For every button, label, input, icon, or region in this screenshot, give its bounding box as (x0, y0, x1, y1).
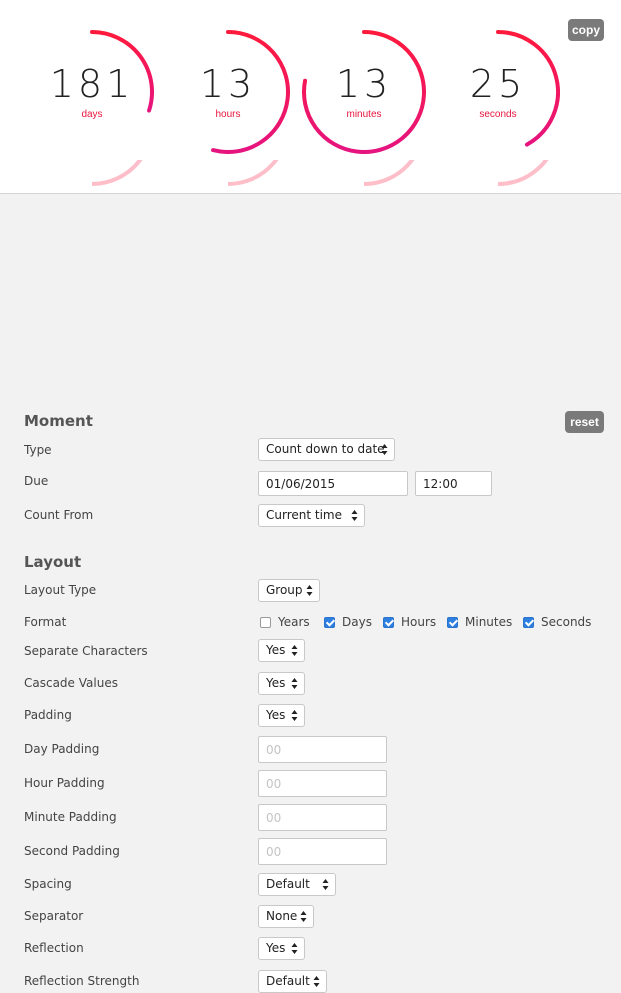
layout-type-select-value: Group (266, 583, 303, 597)
format-days-checkbox[interactable]: Days (324, 615, 372, 629)
select-arrows-icon (381, 444, 388, 455)
countdown-value: 13 (335, 62, 393, 106)
checkbox-box[interactable] (324, 616, 335, 628)
countdown-label: days (81, 109, 103, 120)
cascade-values-select[interactable]: Yes (258, 672, 305, 695)
countdown-unit-minutes: 13 minutes (302, 30, 426, 154)
count-from-label: Count From (24, 508, 94, 522)
countdown-label: hours (215, 109, 241, 120)
select-value: Default (266, 974, 310, 988)
type-label: Type (24, 443, 52, 457)
copy-button[interactable]: copy (568, 19, 604, 41)
count-from-select-value: Current time (266, 508, 342, 522)
reflection-hours (166, 160, 290, 193)
format-hours-checkbox[interactable]: Hours (383, 615, 436, 629)
select-arrows-icon (300, 911, 307, 922)
section-title-layout: Layout (24, 553, 82, 571)
reset-button[interactable]: reset (565, 411, 604, 433)
countdown-unit-days: 181 days (30, 30, 154, 154)
countdown-label: seconds (479, 109, 517, 120)
spacing-label: Spacing (24, 877, 72, 891)
format-label: Format (24, 615, 67, 629)
padding-select[interactable]: Yes (258, 704, 305, 727)
format-years-checkbox[interactable]: Years (260, 615, 310, 629)
select-value: Default (266, 877, 310, 891)
section-title-moment: Moment (24, 412, 93, 430)
select-value: Yes (266, 676, 286, 690)
reflection-days (30, 160, 154, 193)
reflection-select[interactable]: Yes (258, 937, 305, 960)
reflection-strength-label: Reflection Strength (24, 974, 140, 988)
checkbox-box[interactable] (260, 616, 271, 628)
count-from-select[interactable]: Current time (258, 504, 365, 527)
countdown-value: 13 (199, 62, 257, 106)
layout-type-label: Layout Type (24, 583, 97, 597)
hour-padding-label: Hour Padding (24, 776, 105, 790)
second-padding-input[interactable] (258, 838, 387, 865)
day-padding-input[interactable] (258, 736, 387, 763)
select-arrows-icon (313, 976, 320, 987)
checkbox-label: Hours (401, 615, 437, 629)
select-value: Yes (266, 941, 286, 955)
select-arrows-icon (291, 645, 298, 656)
reflection-label: Reflection (24, 941, 84, 955)
countdown-unit-hours: 13 hours (166, 30, 290, 154)
select-arrows-icon (291, 943, 298, 954)
separator-select[interactable]: None (258, 905, 314, 928)
cascade-values-label: Cascade Values (24, 676, 118, 690)
countdown-label: minutes (346, 109, 382, 120)
format-seconds-checkbox[interactable]: Seconds (523, 615, 591, 629)
separator-label: Separator (24, 909, 84, 923)
select-arrows-icon (291, 710, 298, 721)
due-date-input[interactable] (258, 471, 408, 496)
checkbox-label: Days (342, 615, 372, 629)
format-minutes-checkbox[interactable]: Minutes (447, 615, 512, 629)
second-padding-label: Second Padding (24, 844, 120, 858)
checkbox-label: Years (278, 615, 310, 629)
due-time-input[interactable] (415, 471, 492, 496)
layout-type-select[interactable]: Group (258, 579, 320, 602)
checkbox-box[interactable] (383, 616, 394, 628)
day-padding-label: Day Padding (24, 742, 100, 756)
select-arrows-icon (306, 585, 313, 596)
select-value: Yes (266, 643, 286, 657)
checkbox-box[interactable] (523, 616, 534, 628)
checkbox-box[interactable] (447, 616, 458, 628)
select-arrows-icon (291, 678, 298, 689)
reflection-seconds (436, 160, 560, 193)
spacing-select[interactable]: Default (258, 873, 336, 896)
reflection-strength-select[interactable]: Default (258, 970, 327, 993)
separate-characters-label: Separate Characters (24, 644, 148, 658)
padding-label: Padding (24, 708, 72, 722)
separate-characters-select[interactable]: Yes (258, 639, 305, 662)
select-value: Yes (266, 708, 286, 722)
type-select-value: Count down to date (266, 442, 385, 456)
checkbox-label: Seconds (541, 615, 592, 629)
countdown-value: 181 (49, 62, 135, 106)
countdown-unit-seconds: 25 seconds (436, 30, 560, 154)
minute-padding-input[interactable] (258, 804, 387, 831)
hour-padding-input[interactable] (258, 770, 387, 797)
select-arrows-icon (322, 879, 329, 890)
type-select[interactable]: Count down to date (258, 438, 395, 461)
checkbox-label: Minutes (465, 615, 513, 629)
countdown-preview: copy 181 days 13 hours 13 minutes 25 sec… (0, 0, 621, 194)
minute-padding-label: Minute Padding (24, 810, 117, 824)
countdown-value: 25 (469, 62, 527, 106)
select-arrows-icon (351, 510, 358, 521)
select-value: None (266, 909, 298, 923)
reflection-minutes (302, 160, 426, 193)
due-label: Due (24, 474, 49, 488)
